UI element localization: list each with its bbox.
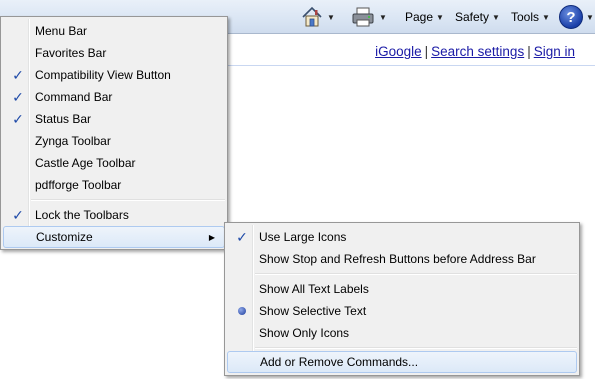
tools-menu-label: Tools [511,10,540,24]
tools-menu-button[interactable]: Tools ▼ [511,0,550,34]
menu-item-compatibility-view-button[interactable]: ✓ Compatibility View Button [3,64,225,86]
home-dropdown-arrow[interactable]: ▼ [327,13,335,22]
menu-item-show-stop-refresh[interactable]: Show Stop and Refresh Buttons before Add… [227,248,577,270]
link-separator: | [527,44,531,59]
menu-item-use-large-icons[interactable]: ✓ Use Large Icons [227,226,577,248]
checkmark-icon: ✓ [12,88,24,105]
menu-item-status-bar[interactable]: ✓ Status Bar [3,108,225,130]
menu-item-castle-age-toolbar[interactable]: Castle Age Toolbar [3,152,225,174]
menu-item-command-bar[interactable]: ✓ Command Bar [3,86,225,108]
menu-item-label: Show All Text Labels [259,282,369,296]
menu-item-label: Add or Remove Commands... [260,355,419,369]
menu-item-label: Menu Bar [35,24,88,38]
igoogle-link[interactable]: iGoogle [375,44,422,59]
menu-item-lock-the-toolbars[interactable]: ✓ Lock the Toolbars [3,204,225,226]
menu-item-label: Show Only Icons [259,326,350,340]
checkmark-icon: ✓ [12,66,24,83]
menu-separator [255,273,577,275]
safety-menu-label: Safety [455,10,490,24]
toolbars-context-menu: Menu Bar Favorites Bar ✓ Compatibility V… [0,16,228,250]
page-menu-button[interactable]: Page ▼ [405,0,444,34]
page-menu-label: Page [405,10,434,24]
menu-item-label: Zynga Toolbar [35,134,111,148]
checkmark-icon: ✓ [12,206,24,223]
menu-item-label: pdfforge Toolbar [35,178,122,192]
menu-item-pdfforge-toolbar[interactable]: pdfforge Toolbar [3,174,225,196]
radio-bullet-icon [238,307,246,315]
help-icon: ? [559,5,583,29]
menu-item-menu-bar[interactable]: Menu Bar [3,20,225,42]
checkmark-icon: ✓ [236,228,248,245]
menu-item-label: Use Large Icons [259,230,347,244]
menu-item-label: Compatibility View Button [35,68,171,82]
print-dropdown-arrow[interactable]: ▼ [379,13,387,22]
customize-submenu: ✓ Use Large Icons Show Stop and Refresh … [224,222,580,376]
menu-item-label: Show Selective Text [259,304,367,318]
sign-in-link[interactable]: Sign in [534,44,575,59]
menu-item-label: Favorites Bar [35,46,107,60]
home-icon [302,6,322,27]
home-button[interactable]: ▼ [300,0,335,34]
menu-item-label: Lock the Toolbars [35,208,129,222]
submenu-arrow-icon: ▶ [208,232,215,242]
menu-item-zynga-toolbar[interactable]: Zynga Toolbar [3,130,225,152]
menu-item-label: Status Bar [35,112,92,126]
menu-item-label: Show Stop and Refresh Buttons before Add… [259,252,536,266]
print-button[interactable]: ▼ [350,0,387,34]
search-settings-link[interactable]: Search settings [431,44,524,59]
help-dropdown-arrow: ▼ [586,12,594,22]
help-button[interactable]: ? ▼ [559,0,594,34]
page-dropdown-arrow: ▼ [436,12,444,22]
menu-item-favorites-bar[interactable]: Favorites Bar [3,42,225,64]
menu-item-label: Customize [36,230,93,244]
menu-item-show-all-text-labels[interactable]: Show All Text Labels [227,278,577,300]
menu-item-add-remove-commands[interactable]: Add or Remove Commands... [227,351,577,373]
menu-item-label: Castle Age Toolbar [35,156,136,170]
checkmark-icon: ✓ [12,110,24,127]
safety-menu-button[interactable]: Safety ▼ [455,0,500,34]
link-separator: | [424,44,429,59]
menu-separator [255,347,577,349]
safety-dropdown-arrow: ▼ [492,12,500,22]
menu-item-customize[interactable]: Customize ▶ [3,226,225,248]
menu-separator [31,199,225,201]
tools-dropdown-arrow: ▼ [542,12,550,22]
menu-item-show-selective-text[interactable]: Show Selective Text [227,300,577,322]
printer-icon [352,7,374,27]
google-top-links: iGoogle | Search settings | Sign in [375,44,575,59]
menu-item-label: Command Bar [35,90,113,104]
menu-item-show-only-icons[interactable]: Show Only Icons [227,322,577,344]
